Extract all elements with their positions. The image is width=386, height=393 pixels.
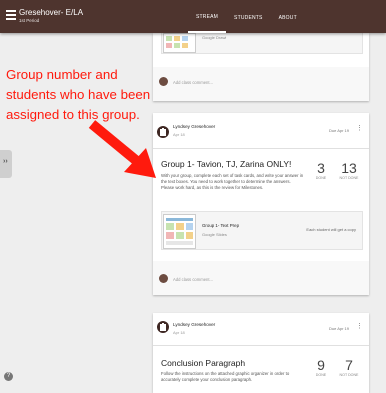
tab-students[interactable]: STUDENTS: [226, 0, 271, 33]
top-nav: STREAM STUDENTS ABOUT: [188, 0, 305, 33]
class-period: 1st Period: [19, 18, 40, 23]
more-options-icon[interactable]: ⋮: [356, 323, 363, 330]
assignment-icon: [160, 323, 166, 331]
attachment-sharing-mode: Each student will get a copy: [306, 227, 356, 232]
author-name[interactable]: Lyndsey Gresehover: [173, 124, 215, 129]
comment-row: Add class comment...: [153, 261, 369, 295]
assignment-title[interactable]: Conclusion Paragraph: [161, 358, 245, 368]
post-date: Apr 18: [173, 132, 185, 137]
menu-icon[interactable]: [6, 10, 16, 20]
attachment-thumbnail: [163, 33, 196, 53]
class-title[interactable]: Gresehover- E/LA: [19, 8, 83, 17]
attachment-card[interactable]: Group 1- Text Prep Google Slides Each st…: [161, 211, 363, 250]
divider: [153, 345, 369, 346]
assignment-card-conclusion: Lyndsey Gresehover Apr 18 Due Apr 19 ⋮ C…: [153, 313, 369, 393]
divider: [153, 148, 369, 149]
done-label: DONE: [315, 373, 327, 377]
assignment-card-group-1: Lyndsey Gresehover Apr 18 Due Apr 19 ⋮ G…: [153, 113, 369, 295]
done-number: 9: [317, 357, 325, 373]
comment-input[interactable]: Add class comment...: [173, 80, 213, 85]
previous-post-card: Google Drawi Add class comment...: [153, 33, 369, 101]
attachment-title: Group 1- Text Prep: [202, 223, 240, 228]
more-options-icon[interactable]: ⋮: [356, 125, 363, 132]
not-done-count[interactable]: 7 NOT DONE: [337, 357, 361, 378]
post-date: Apr 18: [173, 330, 185, 335]
due-date: Due Apr 19: [328, 326, 349, 331]
avatar: [157, 321, 169, 333]
done-number: 3: [317, 160, 325, 176]
chevrons-right-icon: ››: [3, 158, 8, 165]
not-done-count[interactable]: 13 NOT DONE: [337, 160, 361, 181]
attachment-type: Google Slides: [202, 232, 227, 237]
assignment-description: Follow the instructions on the attached …: [161, 371, 290, 383]
attachment-thumbnail: [163, 214, 196, 249]
not-done-number: 13: [341, 160, 357, 176]
annotation-arrow: [88, 120, 156, 178]
not-done-label: NOT DONE: [339, 176, 359, 180]
assignment-description: With your group, complete each set of ta…: [161, 173, 304, 191]
not-done-number: 7: [345, 357, 353, 373]
due-date: Due Apr 19: [328, 128, 349, 133]
help-icon[interactable]: ?: [4, 372, 13, 381]
attachment-card[interactable]: Google Drawi: [161, 33, 363, 54]
assignment-icon: [160, 128, 166, 136]
done-label: DONE: [315, 176, 327, 180]
avatar: [159, 274, 168, 283]
tab-stream[interactable]: STREAM: [188, 0, 227, 33]
annotation-text: Group number and students who have been …: [6, 67, 151, 122]
attachment-type: Google Drawi: [202, 35, 227, 40]
done-count[interactable]: 9 DONE: [309, 357, 333, 378]
assignment-title[interactable]: Group 1- Tavion, TJ, Zarina ONLY!: [161, 159, 291, 169]
author-name[interactable]: Lyndsey Gresehover: [173, 322, 215, 327]
app-bar: Gresehover- E/LA 1st Period STREAM STUDE…: [0, 0, 386, 33]
comment-row: Add class comment...: [153, 67, 369, 101]
done-count[interactable]: 3 DONE: [309, 160, 333, 181]
comment-input[interactable]: Add class comment...: [173, 277, 213, 282]
tab-about[interactable]: ABOUT: [271, 0, 305, 33]
side-panel-toggle[interactable]: ››: [0, 150, 12, 178]
not-done-label: NOT DONE: [339, 373, 359, 377]
